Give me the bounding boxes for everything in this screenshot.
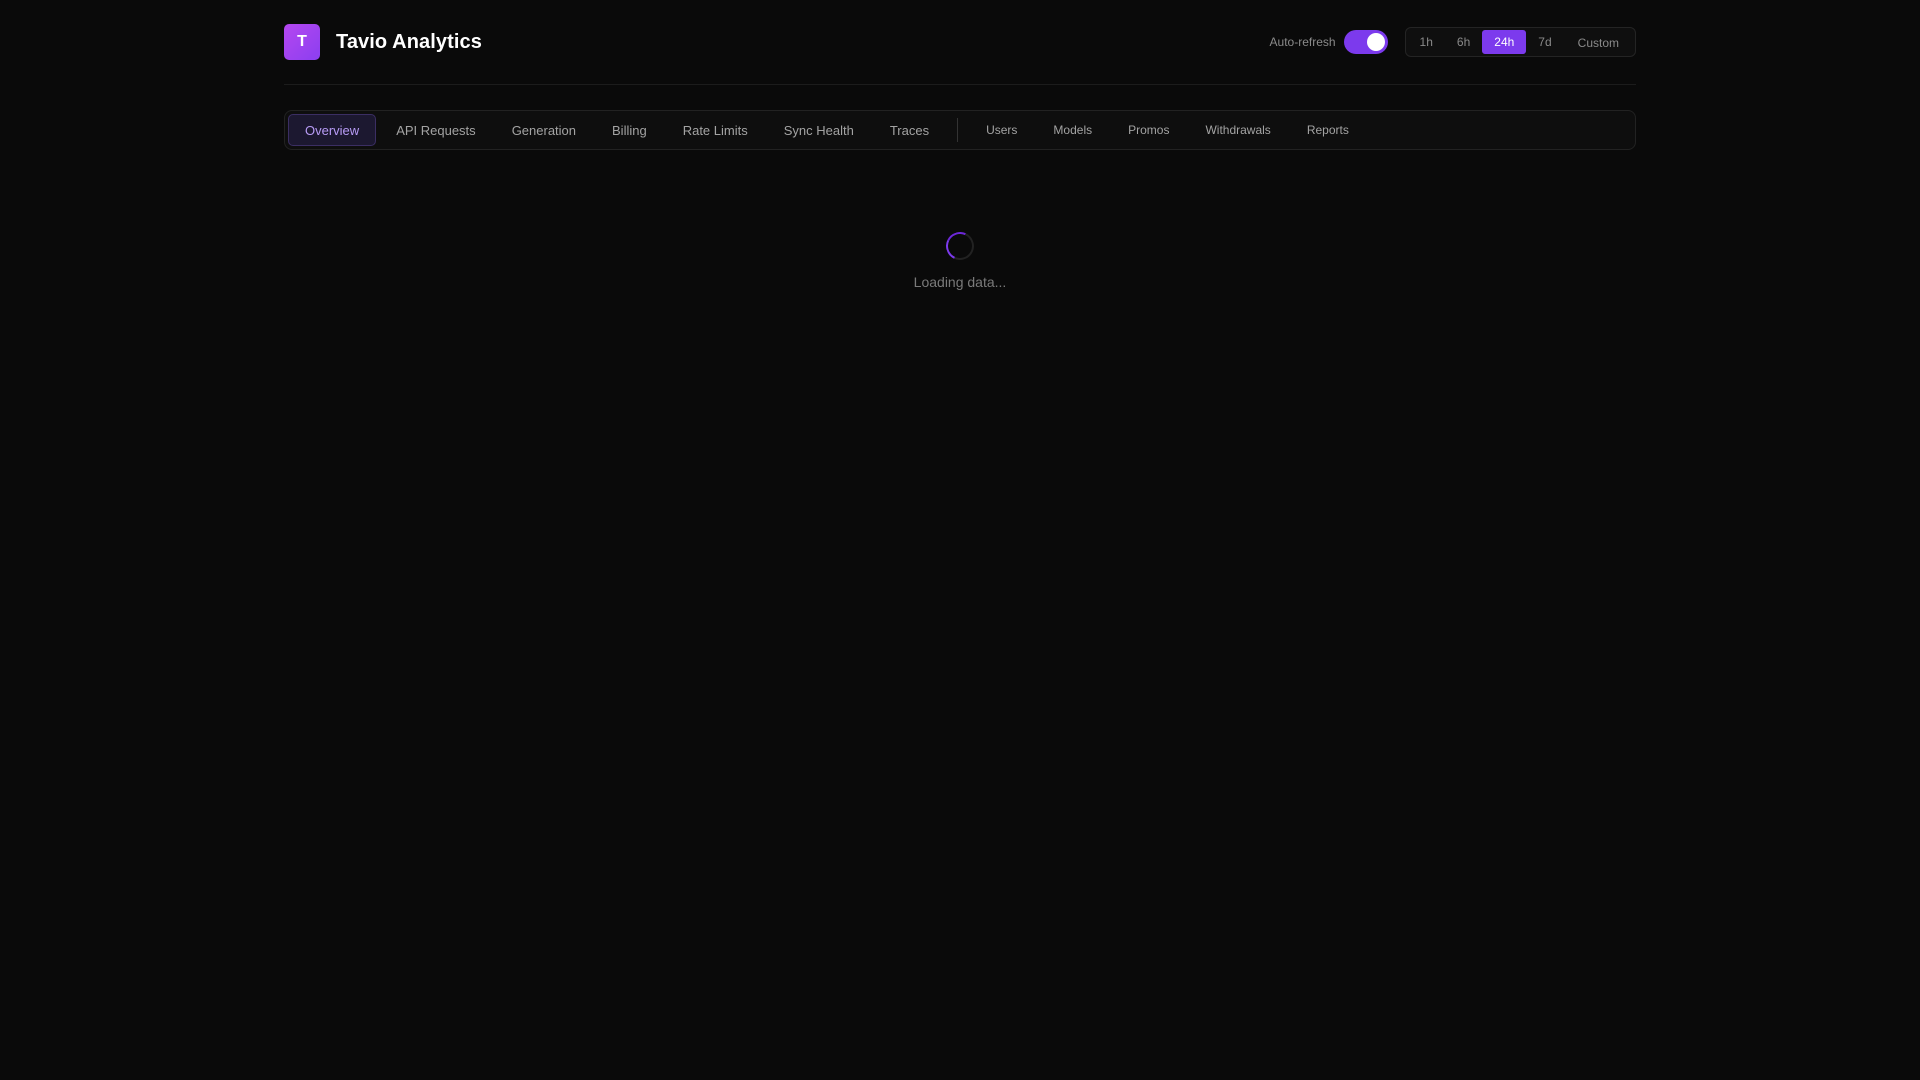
range-6h-button[interactable]: 6h (1445, 30, 1482, 54)
tab-traces[interactable]: Traces (874, 114, 945, 146)
loading-text: Loading data... (913, 274, 1007, 290)
tab-rate-limits[interactable]: Rate Limits (667, 114, 764, 146)
tab-models[interactable]: Models (1037, 114, 1108, 146)
range-1h-button[interactable]: 1h (1408, 30, 1445, 54)
loading-spinner-icon (942, 228, 978, 264)
header-controls: Auto-refresh 1h 6h 24h 7d Custom (1270, 27, 1636, 57)
tab-promos[interactable]: Promos (1112, 114, 1185, 146)
tab-generation[interactable]: Generation (496, 114, 592, 146)
tab-billing[interactable]: Billing (596, 114, 663, 146)
tab-overview[interactable]: Overview (288, 114, 377, 146)
main-nav: Overview API Requests Generation Billing… (284, 110, 1636, 150)
autorefresh-toggle[interactable] (1343, 30, 1388, 54)
nav-divider (957, 118, 959, 142)
range-7d-button[interactable]: 7d (1526, 30, 1563, 54)
logo: T (284, 23, 320, 60)
tab-withdrawals[interactable]: Withdrawals (1189, 114, 1286, 146)
autorefresh-label: Auto-refresh (1269, 35, 1336, 49)
loading-state: Loading data... (284, 228, 1636, 290)
app-title: Tavio Analytics (336, 30, 482, 53)
tab-sync-health[interactable]: Sync Health (768, 114, 870, 146)
tab-api-requests[interactable]: API Requests (380, 114, 492, 146)
header: T Tavio Analytics Auto-refresh 1h 6h 24h… (284, 0, 1636, 85)
range-24h-button[interactable]: 24h (1482, 30, 1527, 54)
app-container: T Tavio Analytics Auto-refresh 1h 6h 24h… (284, 0, 1636, 290)
toggle-knob (1366, 33, 1385, 51)
time-range-selector: 1h 6h 24h 7d Custom (1404, 27, 1636, 57)
brand: T Tavio Analytics (284, 23, 482, 60)
tab-reports[interactable]: Reports (1291, 114, 1365, 146)
range-custom-button[interactable]: Custom (1564, 31, 1633, 55)
tab-users[interactable]: Users (970, 114, 1033, 146)
